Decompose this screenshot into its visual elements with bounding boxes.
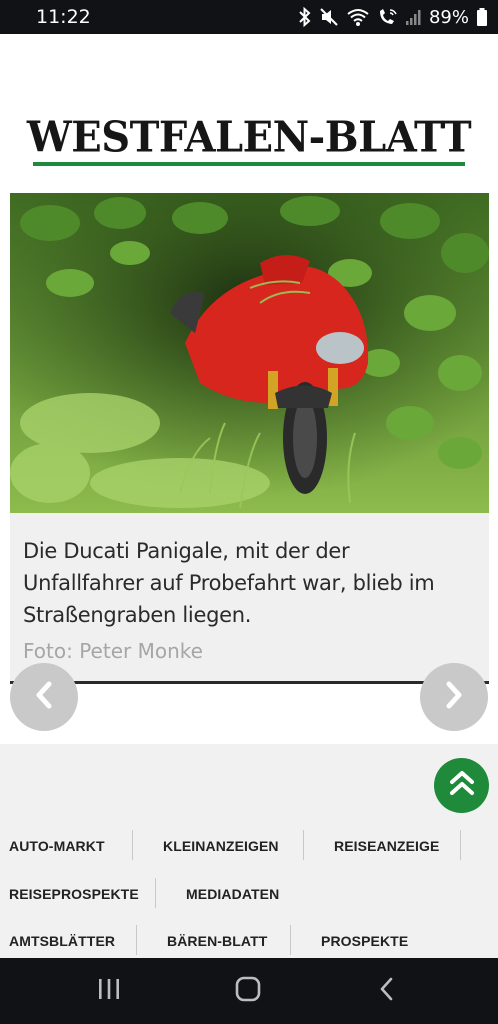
caption-divider	[10, 681, 489, 684]
back-icon	[376, 976, 398, 1007]
logo-underline	[33, 162, 465, 166]
footer-link-reiseanzeige[interactable]: REISEANZEIGE	[334, 838, 439, 854]
footer-link-kleinanzeigen[interactable]: KLEINANZEIGEN	[163, 838, 279, 854]
gallery-prev-button[interactable]	[10, 663, 78, 731]
photo-credit: Foto: Peter Monke	[23, 639, 203, 663]
site-logo[interactable]: WESTFALEN-BLATT	[0, 113, 498, 162]
footer-separator	[303, 830, 304, 860]
back-button[interactable]	[372, 976, 402, 1006]
footer-link-mediadaten[interactable]: MEDIADATEN	[186, 886, 279, 902]
home-icon	[234, 975, 262, 1008]
footer-link-reiseprospekte[interactable]: REISEPROSPEKTE	[9, 886, 139, 902]
footer-separator	[132, 830, 133, 860]
footer-link-auto-markt[interactable]: AUTO-MARKT	[9, 838, 105, 854]
bluetooth-icon	[298, 7, 312, 27]
footer-separator	[460, 830, 461, 860]
footer-separator	[136, 925, 137, 955]
battery-percentage: 89%	[428, 6, 469, 28]
wifi-call-icon	[377, 7, 399, 27]
status-icons: 89%	[298, 6, 488, 28]
mute-icon	[319, 7, 339, 27]
battery-icon	[476, 7, 488, 27]
photo-caption-box: Die Ducati Panigale, mit der der Unfallf…	[10, 513, 489, 683]
status-bar: 11:22 89%	[0, 0, 498, 34]
footer-separator	[155, 878, 156, 908]
double-chevron-up-icon	[447, 768, 477, 803]
chevron-right-icon	[442, 680, 466, 715]
home-button[interactable]	[233, 976, 263, 1006]
recent-apps-button[interactable]	[94, 976, 124, 1006]
footer-separator	[290, 925, 291, 955]
chevron-left-icon	[32, 680, 56, 715]
gallery-next-button[interactable]	[420, 663, 488, 731]
wifi-icon	[346, 7, 370, 27]
photo-caption: Die Ducati Panigale, mit der der Unfallf…	[23, 539, 435, 627]
article-photo	[10, 193, 489, 513]
footer-link-amtsblaetter[interactable]: AMTSBLÄTTER	[9, 933, 115, 949]
recent-apps-icon	[96, 977, 122, 1006]
status-time: 11:22	[36, 6, 91, 28]
masthead: WESTFALEN-BLATT	[0, 34, 498, 194]
scroll-to-top-button[interactable]	[434, 758, 489, 813]
signal-icon	[405, 7, 422, 27]
system-nav-bar	[0, 958, 498, 1024]
footer-link-prospekte[interactable]: PROSPEKTE	[321, 933, 408, 949]
footer-link-baeren-blatt[interactable]: BÄREN-BLATT	[167, 933, 267, 949]
